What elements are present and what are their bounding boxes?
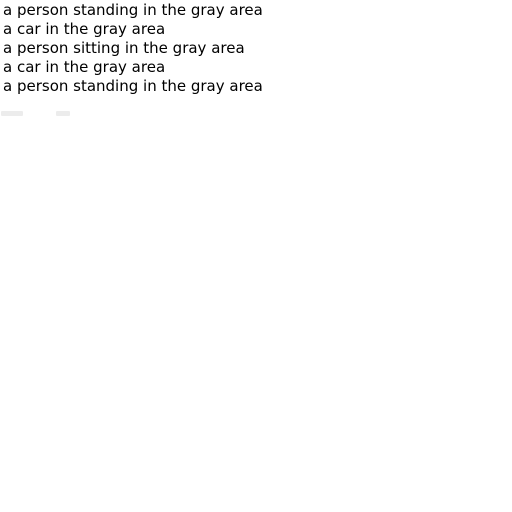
- caption-line: a person standing in the gray area: [3, 77, 263, 95]
- faint-mark: [1, 111, 23, 116]
- faint-marks-row: [0, 109, 80, 119]
- caption-line: a car in the gray area: [3, 58, 166, 76]
- caption-line: a car in the gray area: [3, 20, 166, 38]
- caption-list: a person standing in the gray area a car…: [3, 1, 263, 96]
- caption-line: a person standing in the gray area: [3, 1, 263, 19]
- caption-line: a person sitting in the gray area: [3, 39, 245, 57]
- faint-mark: [56, 111, 70, 116]
